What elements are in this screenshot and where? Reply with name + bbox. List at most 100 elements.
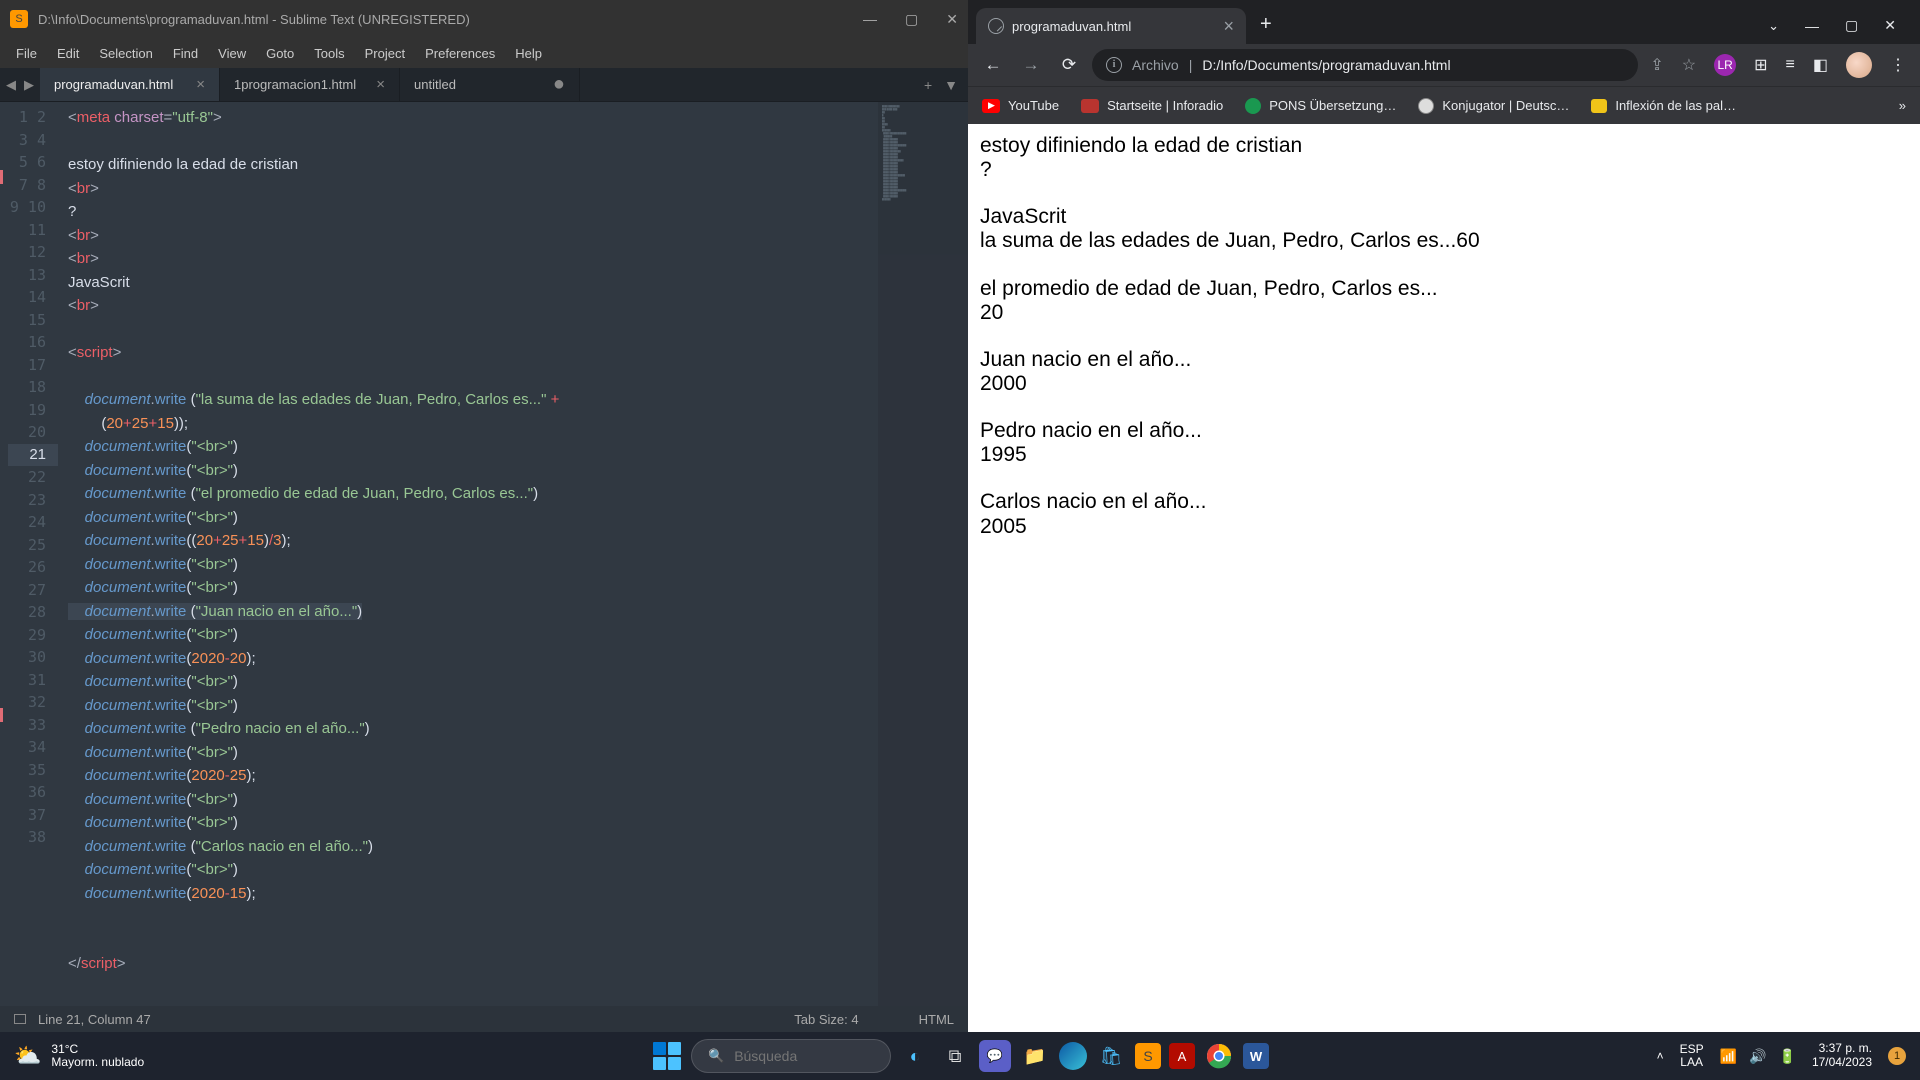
weather-icon: ⛅ [14,1043,41,1069]
status-syntax[interactable]: HTML [919,1012,954,1027]
close-icon[interactable]: ✕ [1884,17,1896,34]
wifi-icon[interactable]: 📶 [1720,1048,1737,1065]
chrome-tabstrip: programaduvan.html × + ⌄ — ▢ ✕ [968,0,1920,44]
minimap[interactable]: ████ ████████ ███ ████ ███ ██ █ ██ ██ ██… [878,102,968,1006]
page-text: el promedio de edad de Juan, Pedro, Carl… [980,277,1908,301]
side-panel-icon[interactable]: ◧ [1813,55,1828,75]
task-view-icon[interactable]: ⧉ [939,1040,971,1072]
chrome-task-icon[interactable] [1203,1040,1235,1072]
tab-close-icon[interactable]: × [1223,16,1234,37]
bookmark-inforadio[interactable]: Startseite | Inforadio [1081,98,1223,113]
sublime-menubar: File Edit Selection Find View Goto Tools… [0,38,968,68]
line-gutter: 1 2 3 4 5 6 7 8 9 10 11 12 13 14 15 16 1… [8,102,58,1006]
menu-goto[interactable]: Goto [258,42,302,65]
kebab-menu-icon[interactable]: ⋮ [1890,55,1906,75]
extensions-icon[interactable]: ⊞ [1754,55,1767,75]
menu-help[interactable]: Help [507,42,550,65]
bookmarks-bar: ▶ YouTube Startseite | Inforadio PONS Üb… [968,86,1920,124]
menu-find[interactable]: Find [165,42,206,65]
chrome-toolbar: ← → ⟳ i Archivo | D:/Info/Documents/prog… [968,44,1920,86]
menu-file[interactable]: File [8,42,45,65]
globe-icon [988,18,1004,34]
omnibox[interactable]: i Archivo | D:/Info/Documents/programadu… [1092,49,1638,81]
chrome-tab[interactable]: programaduvan.html × [976,8,1246,44]
sublime-task-icon[interactable]: S [1135,1043,1161,1069]
copilot-icon[interactable]: ◐ [899,1040,931,1072]
tab-1programacion1[interactable]: 1programacion1.html × [220,68,400,101]
menu-preferences[interactable]: Preferences [417,42,503,65]
page-text: Juan nacio en el año... [980,348,1908,372]
word-icon[interactable]: W [1243,1043,1269,1069]
acrobat-icon[interactable]: A [1169,1043,1195,1069]
tab-close-icon[interactable]: × [356,76,385,93]
url-scheme: Archivo [1132,57,1179,73]
page-text: JavaScrit [980,205,1908,229]
tab-nav-fwd-icon[interactable]: ▶ [24,77,34,93]
tab-nav-back-icon[interactable]: ◀ [6,77,16,93]
code-editor[interactable]: <meta charset="utf-8"> estoy difiniendo … [58,102,878,1006]
teams-icon[interactable]: 💬 [979,1040,1011,1072]
tab-programaduvan[interactable]: programaduvan.html × [40,68,220,101]
minimize-icon[interactable]: — [863,11,877,28]
taskbar-clock[interactable]: 3:37 p. m. 17/04/2023 [1812,1042,1872,1070]
bookmark-inflexion[interactable]: Inflexión de las pal… [1591,98,1736,113]
extension-icon[interactable]: LR [1714,54,1736,76]
status-cursor: Line 21, Column 47 [38,1012,151,1027]
tab-close-icon[interactable]: × [176,76,205,93]
sublime-statusbar: Line 21, Column 47 Tab Size: 4 HTML [0,1006,968,1032]
chevron-down-icon[interactable]: ⌄ [1768,18,1779,34]
bookmarks-overflow-icon[interactable]: » [1899,98,1906,113]
fold-gutter [0,102,8,1006]
bookmark-youtube[interactable]: ▶ YouTube [982,98,1059,113]
page-text: 20 [980,301,1908,325]
menu-tools[interactable]: Tools [306,42,352,65]
reading-list-icon[interactable]: ≡ [1786,56,1795,74]
page-text: la suma de las edades de Juan, Pedro, Ca… [980,229,1908,253]
tab-dropdown-icon[interactable]: ▼ [944,77,958,93]
menu-project[interactable]: Project [357,42,413,65]
bookmark-pons[interactable]: PONS Übersetzung… [1245,98,1396,114]
maximize-icon[interactable]: ▢ [1845,17,1858,34]
profile-avatar[interactable] [1846,52,1872,78]
new-tab-icon[interactable]: + [924,77,932,93]
site-info-icon[interactable]: i [1106,57,1122,73]
close-icon[interactable]: ✕ [946,11,958,28]
explorer-icon[interactable]: 📁 [1019,1040,1051,1072]
share-icon[interactable]: ⇪ [1650,55,1663,75]
page-text: 2005 [980,515,1908,539]
start-button[interactable] [651,1040,683,1072]
menu-view[interactable]: View [210,42,254,65]
menu-edit[interactable]: Edit [49,42,87,65]
page-text: 2000 [980,372,1908,396]
sublime-titlebar: S D:\Info\Documents\programaduvan.html -… [0,0,968,38]
sublime-tabs: ◀ ▶ programaduvan.html × 1programacion1.… [0,68,968,102]
tray-overflow-icon[interactable]: ˄ [1657,1049,1664,1063]
forward-button[interactable]: → [1016,55,1046,75]
page-text: 1995 [980,443,1908,467]
new-tab-button[interactable]: + [1246,13,1286,44]
taskbar-weather[interactable]: ⛅ 31°C Mayorm. nublado [14,1043,144,1069]
menu-selection[interactable]: Selection [91,42,160,65]
reload-button[interactable]: ⟳ [1054,55,1084,75]
battery-icon[interactable]: 🔋 [1779,1048,1796,1065]
sublime-title-text: D:\Info\Documents\programaduvan.html - S… [38,12,863,27]
tab-label: programaduvan.html [54,77,173,92]
status-tabsize[interactable]: Tab Size: 4 [794,1012,858,1027]
panel-switcher-icon[interactable] [14,1014,26,1024]
volume-icon[interactable]: 🔊 [1749,1048,1766,1065]
page-text: Pedro nacio en el año... [980,419,1908,443]
bookmark-star-icon[interactable]: ☆ [1682,55,1696,75]
back-button[interactable]: ← [978,55,1008,75]
language-indicator[interactable]: ESP LAA [1680,1043,1704,1069]
notification-badge[interactable]: 1 [1888,1047,1906,1065]
edge-icon[interactable] [1059,1042,1087,1070]
minimize-icon[interactable]: — [1805,18,1819,34]
page-text: estoy difiniendo la edad de cristian [980,134,1908,158]
taskbar-search[interactable]: 🔍 [691,1039,891,1073]
search-input[interactable] [734,1048,915,1064]
bookmark-konjugator[interactable]: Konjugator | Deutsc… [1418,98,1569,114]
store-icon[interactable]: 🛍 [1095,1040,1127,1072]
chrome-tab-title: programaduvan.html [1012,19,1131,34]
tab-untitled[interactable]: untitled ● [400,68,580,101]
maximize-icon[interactable]: ▢ [905,11,918,28]
